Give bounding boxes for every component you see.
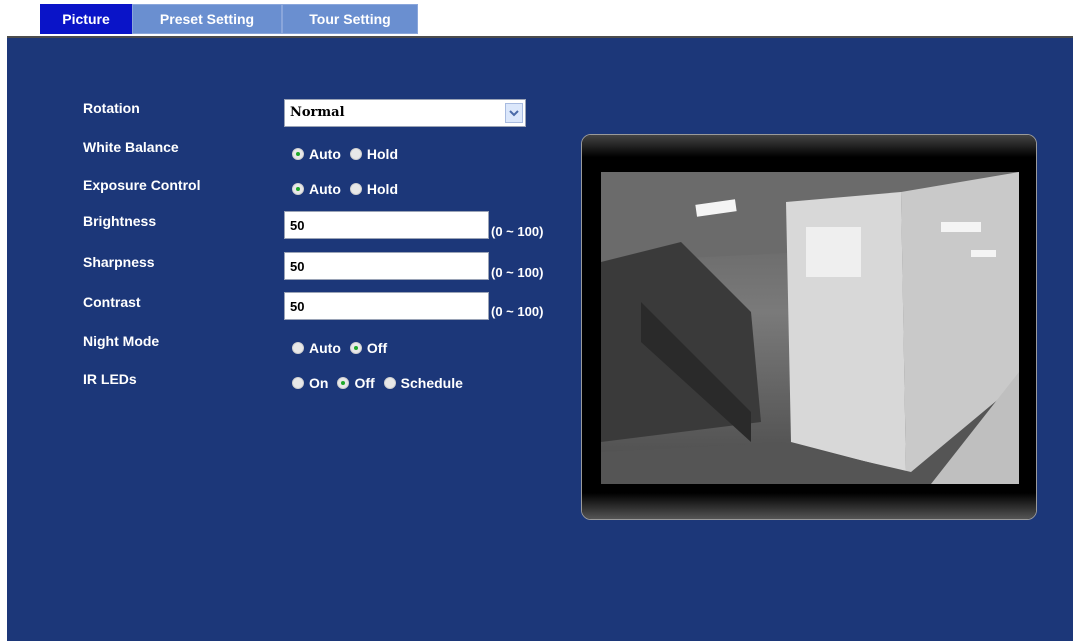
option-label: Auto <box>309 146 341 162</box>
brightness-input[interactable] <box>284 211 489 239</box>
picture-settings-panel: Rotation Normal White Balance Auto Hold … <box>7 36 1073 641</box>
rotation-select-value: Normal <box>290 105 345 120</box>
option-label: Auto <box>309 181 341 197</box>
night-mode-options: Auto Off <box>292 340 396 356</box>
exposure-control-options: Auto Hold <box>292 181 407 197</box>
radio-unchecked-icon[interactable] <box>292 377 304 389</box>
contrast-input[interactable] <box>284 292 489 320</box>
exposure-hold-option[interactable]: Hold <box>349 181 398 197</box>
option-label: Off <box>354 375 375 391</box>
chevron-down-icon[interactable] <box>505 103 523 123</box>
radio-checked-icon[interactable] <box>349 342 362 354</box>
exposure-auto-option[interactable]: Auto <box>292 181 341 197</box>
contrast-label: Contrast <box>83 294 141 310</box>
radio-unchecked-icon[interactable] <box>383 377 396 389</box>
brightness-label: Brightness <box>83 213 157 229</box>
night-mode-auto-option[interactable]: Auto <box>292 340 341 356</box>
night-mode-label: Night Mode <box>83 333 160 349</box>
tab-bar: Picture Preset Setting Tour Setting <box>40 4 418 34</box>
ir-leds-options: On Off Schedule <box>292 375 472 391</box>
white-balance-label: White Balance <box>83 139 179 155</box>
option-label: Schedule <box>400 375 463 391</box>
radio-checked-icon[interactable] <box>292 148 304 160</box>
ir-leds-label: IR LEDs <box>83 371 137 387</box>
tab-picture[interactable]: Picture <box>40 4 132 34</box>
video-preview-frame <box>581 134 1037 520</box>
white-balance-auto-option[interactable]: Auto <box>292 146 341 162</box>
white-balance-hold-option[interactable]: Hold <box>349 146 398 162</box>
option-label: Hold <box>366 146 398 162</box>
radio-checked-icon[interactable] <box>292 183 304 195</box>
camera-video-preview <box>601 172 1019 484</box>
radio-unchecked-icon[interactable] <box>349 148 362 160</box>
option-label: Auto <box>309 340 341 356</box>
ir-leds-schedule-option[interactable]: Schedule <box>383 375 463 391</box>
radio-checked-icon[interactable] <box>337 377 350 389</box>
sharpness-range: (0 ~ 100) <box>491 265 544 280</box>
video-scene-icon <box>601 172 1019 484</box>
option-label: Off <box>366 340 388 356</box>
white-balance-options: Auto Hold <box>292 146 407 162</box>
radio-unchecked-icon[interactable] <box>292 342 304 354</box>
brightness-range: (0 ~ 100) <box>491 224 544 239</box>
rotation-select[interactable]: Normal <box>284 99 526 127</box>
tab-tour-setting[interactable]: Tour Setting <box>282 4 418 34</box>
night-mode-off-option[interactable]: Off <box>349 340 388 356</box>
sharpness-input[interactable] <box>284 252 489 280</box>
option-label: Hold <box>366 181 398 197</box>
ir-leds-off-option[interactable]: Off <box>337 375 375 391</box>
ir-leds-on-option[interactable]: On <box>292 375 328 391</box>
contrast-range: (0 ~ 100) <box>491 304 544 319</box>
radio-unchecked-icon[interactable] <box>349 183 362 195</box>
option-label: On <box>309 375 329 391</box>
exposure-control-label: Exposure Control <box>83 177 201 193</box>
rotation-label: Rotation <box>83 100 140 116</box>
tab-preset-setting[interactable]: Preset Setting <box>132 4 282 34</box>
sharpness-label: Sharpness <box>83 254 155 270</box>
